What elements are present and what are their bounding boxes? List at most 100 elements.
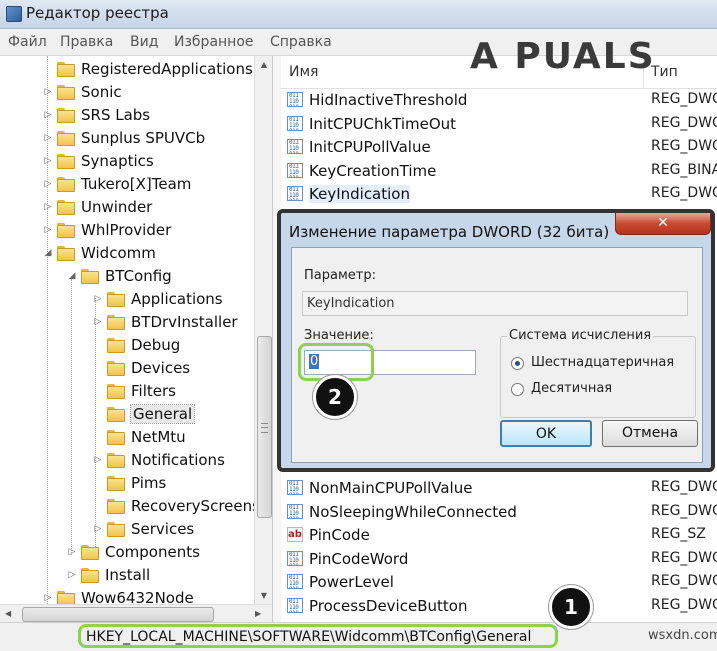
tree-item[interactable]: ▷ Components — [66, 541, 200, 563]
value-row[interactable]: 011110010 ProcessDeviceButton REG_DWO — [281, 594, 717, 618]
value-row[interactable]: 011110010 NoSleepingWhileConnected REG_DWO — [281, 500, 717, 524]
value-type: REG_BINA — [651, 161, 717, 178]
edit-dword-dialog: Изменение параметра DWORD (32 бита) ✕ Па… — [277, 209, 715, 472]
menu-favorites[interactable]: Избранное — [174, 34, 254, 50]
tree-item-label: Unwinder — [81, 198, 153, 216]
tree-item[interactable]: ▷ BTDrvInstaller — [92, 311, 238, 333]
value-name: KeyCreationTime — [309, 161, 437, 180]
value-row[interactable]: 011110010 KeyCreationTime REG_BINA — [281, 159, 717, 183]
dword-icon: 011110010 — [287, 92, 303, 107]
close-icon[interactable]: ✕ — [615, 213, 711, 235]
tree-item[interactable]: ▷ Install — [66, 564, 151, 586]
radio-decimal-label[interactable]: Десятичная — [531, 381, 612, 396]
expand-arrow-icon[interactable]: ▷ — [92, 294, 104, 304]
hscroll-thumb[interactable] — [22, 607, 214, 622]
expand-arrow-icon[interactable]: ▷ — [42, 202, 54, 212]
radio-decimal[interactable] — [511, 383, 524, 396]
folder-icon — [107, 406, 125, 422]
expand-arrow-icon[interactable]: ▷ — [66, 570, 78, 580]
value-type: REG_DWO — [651, 479, 717, 495]
expand-arrow-icon[interactable]: ▷ — [92, 455, 104, 465]
menu-view[interactable]: Вид — [130, 34, 158, 50]
expand-arrow-icon[interactable]: ▷ — [66, 547, 78, 557]
collapse-arrow-icon[interactable]: ◢ — [42, 248, 54, 258]
tree-item[interactable]: NetMtu — [92, 426, 186, 448]
expand-arrow-icon[interactable]: ▷ — [92, 524, 104, 534]
collapse-arrow-icon[interactable]: ◢ — [66, 271, 78, 281]
tree-item-label: BTDrvInstaller — [131, 313, 238, 331]
tree-item[interactable]: RegisteredApplications — [42, 58, 253, 80]
tree-item[interactable]: General — [92, 403, 196, 425]
value-name: PinCode — [309, 526, 370, 545]
expand-arrow-icon[interactable]: ▷ — [92, 317, 104, 327]
tree-item[interactable]: ◢ BTConfig — [66, 265, 172, 287]
folder-icon — [57, 222, 75, 238]
scroll-right-arrow-icon[interactable]: ▶ — [255, 605, 261, 623]
tree-item[interactable]: ▷ SRS Labs — [42, 104, 151, 126]
tree-item[interactable]: ▷ Sunplus SPUVCb — [42, 127, 206, 149]
tree-item[interactable]: ▷ Unwinder — [42, 196, 153, 218]
scroll-thumb[interactable] — [257, 336, 272, 518]
scroll-up-arrow-icon[interactable]: ▲ — [255, 56, 273, 73]
tree-item[interactable]: ▷ Tukero[X]Team — [42, 173, 192, 195]
tree-item[interactable]: ▷ Sonic — [42, 81, 122, 103]
expand-arrow-icon[interactable]: ▷ — [42, 133, 54, 143]
dword-icon: 011110010 — [287, 186, 303, 202]
tree-item[interactable]: ▷ Services — [92, 518, 195, 540]
tree-item[interactable]: ▷ Applications — [92, 288, 223, 310]
tree-item-label: Notifications — [131, 451, 225, 469]
dword-icon: 011110010 — [287, 550, 303, 566]
tree-item-label: RegisteredApplications — [81, 60, 253, 78]
expand-arrow-icon[interactable]: ▷ — [42, 87, 54, 97]
tree-item-label: WhlProvider — [81, 221, 172, 239]
tree-item[interactable]: RecoveryScreens — [92, 495, 254, 517]
tree-item[interactable]: Devices — [92, 357, 190, 379]
value-row[interactable]: 011110010 NonMainCPUPollValue REG_DWO — [281, 476, 717, 500]
scroll-down-arrow-icon[interactable]: ▼ — [255, 587, 273, 604]
tree-item[interactable]: Debug — [92, 334, 180, 356]
radio-hexadecimal[interactable] — [511, 357, 524, 370]
value-type: REG_DWO — [651, 597, 717, 613]
menu-edit[interactable]: Правка — [60, 34, 113, 50]
tree-vertical-scrollbar[interactable]: ▲ ▼ — [254, 56, 273, 604]
value-type: REG_SZ — [651, 526, 706, 543]
tree-item[interactable]: ◢ Widcomm — [42, 242, 156, 264]
value-row[interactable]: ab PinCode REG_SZ — [281, 523, 717, 547]
regedit-app-icon — [6, 6, 22, 22]
value-row[interactable]: 011110010 HidInactiveThreshold REG_DWO — [281, 88, 717, 112]
dword-icon: 011110010 — [287, 574, 303, 590]
expand-arrow-icon[interactable]: ▷ — [42, 225, 54, 235]
value-type: REG_DWO — [651, 114, 717, 131]
ok-button[interactable]: OK — [500, 420, 592, 447]
tree-horizontal-scrollbar[interactable]: ◀ ▶ — [0, 604, 272, 623]
appuals-watermark: A PUALS — [470, 36, 656, 77]
value-row[interactable]: 011110010 InitCPUChkTimeOut REG_DWO — [281, 112, 717, 136]
tree-item-label: BTConfig — [105, 267, 172, 285]
value-row[interactable]: 011110010 PowerLevel REG_DWO — [281, 570, 717, 594]
cancel-button[interactable]: Отмена — [602, 420, 698, 447]
tree-item[interactable]: ▷ Synaptics — [42, 150, 154, 172]
expand-arrow-icon[interactable]: ▷ — [42, 179, 54, 189]
expand-arrow-icon[interactable]: ▷ — [42, 593, 54, 603]
tree-item[interactable]: Pims — [92, 472, 166, 494]
scroll-left-arrow-icon[interactable]: ◀ — [5, 605, 11, 623]
folder-icon — [57, 153, 75, 169]
value-row[interactable]: 011110010 KeyIndication REG_DWO — [281, 182, 717, 206]
registry-tree[interactable]: RegisteredApplications ▷ Sonic ▷ SRS Labs ▷ Su… — [0, 56, 254, 622]
expand-arrow-icon[interactable]: ▷ — [42, 110, 54, 120]
tree-item[interactable]: ▷ WhlProvider — [42, 219, 172, 241]
folder-icon — [57, 130, 75, 146]
tree-item[interactable]: ▷ Notifications — [92, 449, 225, 471]
value-name: InitCPUPollValue — [309, 138, 431, 157]
menu-file[interactable]: Файл — [8, 34, 47, 50]
tree-item-label: Widcomm — [81, 244, 156, 262]
column-header-name[interactable]: Имя — [289, 64, 318, 80]
expand-arrow-icon[interactable]: ▷ — [42, 156, 54, 166]
tree-item[interactable]: Filters — [92, 380, 176, 402]
value-name: ProcessDeviceButton — [309, 597, 468, 615]
menu-help[interactable]: Справка — [270, 34, 332, 50]
tree-item-label: General — [129, 404, 196, 424]
radio-hexadecimal-label[interactable]: Шестнадцатеричная — [531, 355, 674, 370]
value-row[interactable]: 011110010 InitCPUPollValue REG_DWO — [281, 135, 717, 159]
value-row[interactable]: 011110010 PinCodeWord REG_DWO — [281, 547, 717, 571]
